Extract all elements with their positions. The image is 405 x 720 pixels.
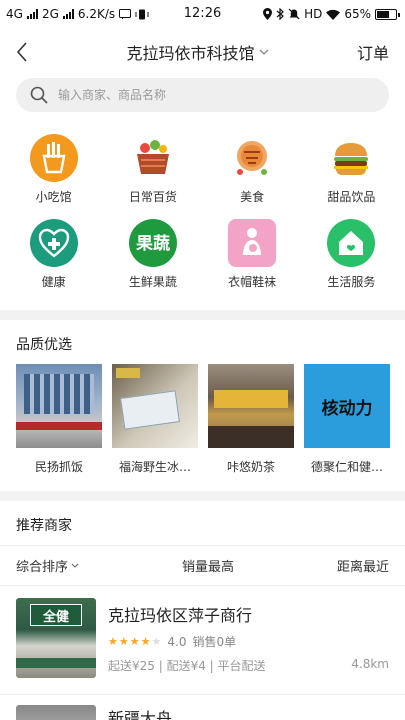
search-bar[interactable] xyxy=(16,78,389,112)
category-label: 日常百货 xyxy=(128,190,177,204)
battery-icon xyxy=(375,8,400,20)
search-icon xyxy=(30,86,48,104)
network-type-1: 4G xyxy=(6,7,23,21)
category-label: 健康 xyxy=(41,275,66,289)
fries-icon xyxy=(29,134,78,182)
mother-baby-icon xyxy=(228,219,277,267)
orders-link[interactable]: 订单 xyxy=(357,40,389,64)
category-services[interactable]: 生活服务 xyxy=(302,219,401,290)
star-filled-icon: ★ xyxy=(108,635,118,648)
merchant-image: 全健 xyxy=(16,598,96,678)
quality-picks: 民扬抓饭 福海野生冰… 咔悠奶茶 核动力 德聚仁和健… xyxy=(0,364,405,475)
pick-item[interactable]: 民扬抓饭 xyxy=(16,364,102,475)
pick-logo-text: 核动力 xyxy=(321,393,373,419)
page-title: 克拉玛依市科技馆 xyxy=(126,44,255,63)
star-empty-icon: ★ xyxy=(151,635,162,648)
vegetables-icon: 果蔬 xyxy=(128,219,177,267)
merchant-card[interactable]: 新疆大舟 xyxy=(0,695,405,720)
category-label: 美食 xyxy=(240,190,265,204)
merchant-meta: 起送¥25 | 配送¥4 | 平台配送 4.8km xyxy=(108,657,389,674)
signal-icon-2 xyxy=(62,9,74,19)
category-label: 生鲜果蔬 xyxy=(128,275,177,289)
merchant-sign: 全健 xyxy=(30,604,82,626)
category-label: 甜品饮品 xyxy=(327,190,376,204)
distance: 4.8km xyxy=(351,657,389,671)
basket-icon xyxy=(129,134,177,182)
category-snacks[interactable]: 小吃馆 xyxy=(4,134,103,205)
back-button[interactable] xyxy=(16,41,38,63)
quality-section-title: 品质优选 xyxy=(16,337,72,353)
pick-label: 德聚仁和健… xyxy=(310,460,383,474)
search-input[interactable] xyxy=(58,88,358,102)
sort-tab-label: 距离最近 xyxy=(336,560,389,575)
merchant-card[interactable]: 全健 克拉玛依区萍子商行 ★ ★ ★ ★ ★ 4.0 销售0单 起送¥25 | 配送¥4… xyxy=(0,586,405,695)
rating-stars: ★ ★ ★ ★ ★ xyxy=(108,636,161,647)
chevron-down-icon xyxy=(259,49,268,55)
sort-tab-label: 销量最高 xyxy=(181,560,234,575)
merchant-name: 新疆大舟 xyxy=(108,709,173,720)
svg-text:果蔬: 果蔬 xyxy=(136,234,170,254)
section-divider xyxy=(0,491,405,501)
wifi-icon xyxy=(326,9,341,20)
star-filled-icon: ★ xyxy=(140,635,151,648)
sort-tab-overall[interactable]: 综合排序 xyxy=(16,556,79,575)
category-food[interactable]: 美食 xyxy=(203,134,302,205)
status-bar: 4G 2G 6.2K/s 12:26 HD 65% xyxy=(0,0,405,28)
pick-item[interactable]: 福海野生冰… xyxy=(112,364,198,475)
chevron-down-icon xyxy=(71,563,79,568)
sort-tab-label: 综合排序 xyxy=(16,560,69,575)
message-icon xyxy=(119,8,132,19)
section-divider xyxy=(0,310,405,320)
recommend-section-title: 推荐商家 xyxy=(16,518,72,534)
location-icon xyxy=(263,8,273,20)
alarm-off-icon xyxy=(288,8,300,20)
signal-icon xyxy=(26,9,38,19)
category-health[interactable]: 健康 xyxy=(4,219,103,290)
category-label: 衣帽鞋袜 xyxy=(228,275,277,289)
burger-icon xyxy=(327,134,375,182)
star-filled-icon: ★ xyxy=(129,635,140,648)
sort-tab-sales[interactable]: 销量最高 xyxy=(182,556,234,575)
header: 克拉玛依市科技馆 订单 xyxy=(0,28,405,76)
battery-percent: 65% xyxy=(344,7,371,21)
network-speed: 6.2K/s xyxy=(77,7,116,21)
merchant-info: 克拉玛依区萍子商行 ★ ★ ★ ★ ★ 4.0 销售0单 起送¥25 | 配送¥4 | … xyxy=(108,598,389,678)
network-type-2: 2G xyxy=(41,7,59,21)
pick-label: 咔悠奶茶 xyxy=(226,460,275,474)
pick-image xyxy=(16,364,102,448)
category-grid: 小吃馆 日常百货 美食 甜品饮品 健康 果蔬 生鲜果蔬 衣帽鞋袜 生活服务 xyxy=(0,112,405,290)
sort-tab-distance[interactable]: 距离最近 xyxy=(337,556,389,575)
pick-image: 核动力 xyxy=(304,364,390,448)
location-selector[interactable]: 克拉玛依市科技馆 xyxy=(126,40,268,64)
hd-label: HD xyxy=(304,7,323,21)
category-desserts[interactable]: 甜品饮品 xyxy=(302,134,401,205)
vibrate-icon xyxy=(135,9,149,19)
pick-label: 福海野生冰… xyxy=(118,460,191,474)
food-icon xyxy=(228,134,276,182)
bluetooth-icon xyxy=(276,8,284,20)
sales-count: 销售0单 xyxy=(192,635,237,649)
merchant-info: 新疆大舟 xyxy=(108,705,389,720)
category-groceries[interactable]: 日常百货 xyxy=(103,134,202,205)
rating-value: 4.0 xyxy=(167,634,187,649)
health-icon xyxy=(29,219,78,267)
pick-item[interactable]: 咔悠奶茶 xyxy=(208,364,294,475)
back-arrow-icon xyxy=(16,42,27,62)
pick-item[interactable]: 核动力 德聚仁和健… xyxy=(304,364,390,475)
delivery-info: 起送¥25 | 配送¥4 | 平台配送 xyxy=(108,659,266,673)
category-fresh[interactable]: 果蔬 生鲜果蔬 xyxy=(103,219,202,290)
merchant-image xyxy=(16,705,96,720)
star-filled-icon: ★ xyxy=(118,635,129,648)
pick-label: 民扬抓饭 xyxy=(34,460,83,474)
merchant-rating: ★ ★ ★ ★ ★ 4.0 销售0单 xyxy=(108,633,389,650)
home-icon xyxy=(327,219,376,267)
pick-image xyxy=(208,364,294,448)
pick-image xyxy=(112,364,198,448)
category-label: 小吃馆 xyxy=(35,190,72,204)
sort-tabs: 综合排序 销量最高 距离最近 xyxy=(0,545,405,586)
merchant-name: 克拉玛依区萍子商行 xyxy=(108,606,253,625)
category-label: 生活服务 xyxy=(327,275,376,289)
category-clothing[interactable]: 衣帽鞋袜 xyxy=(203,219,302,290)
